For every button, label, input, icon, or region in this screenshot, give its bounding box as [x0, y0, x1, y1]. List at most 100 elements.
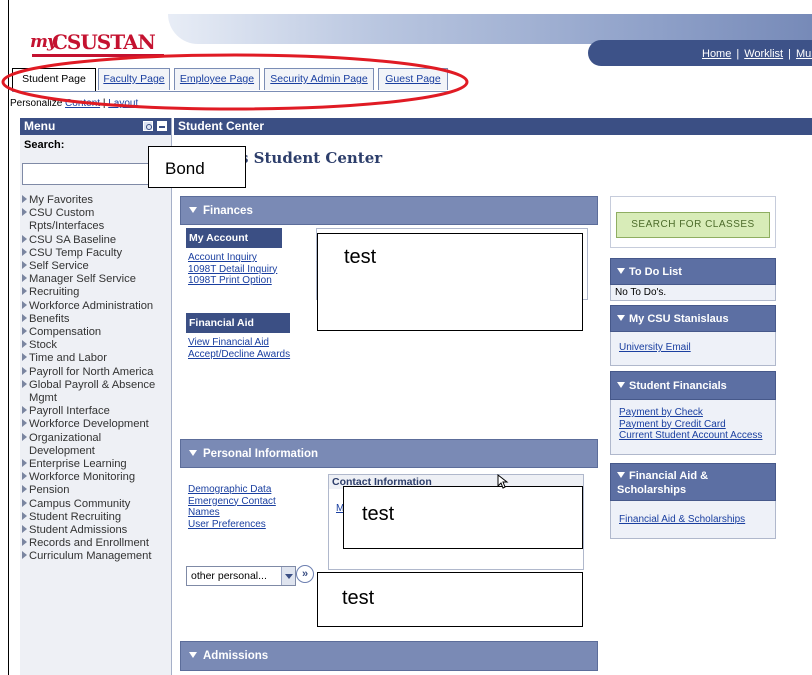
other-personal-select[interactable]: other personal... [186, 566, 296, 586]
expand-icon [22, 353, 27, 362]
menu-item-workforce-monitoring[interactable]: Workforce Monitoring [20, 471, 172, 484]
demographic-data-link[interactable]: Demographic Data [188, 484, 276, 496]
menu-item-recruiting[interactable]: Recruiting [20, 286, 172, 299]
expand-icon [22, 195, 27, 203]
menu-item-workforce-administration[interactable]: Workforce Administration [20, 300, 172, 313]
menu-item-student-admissions[interactable]: Student Admissions [20, 524, 172, 537]
minimize-icon[interactable] [157, 121, 167, 131]
university-email-link[interactable]: University Email [619, 342, 767, 354]
home-link[interactable]: Home [702, 48, 731, 60]
admissions-section-header[interactable]: Admissions [180, 641, 598, 671]
tab-label[interactable]: Guest Page [385, 73, 440, 85]
menu-item-label: Global Payroll & Absence Mgmt [29, 378, 156, 405]
view-financial-aid-link[interactable]: View Financial Aid [188, 337, 290, 349]
menu-item-time-and-labor[interactable]: Time and Labor [20, 352, 172, 365]
personal-information-section-header[interactable]: Personal Information [180, 439, 598, 468]
go-button[interactable]: » [296, 565, 314, 583]
menu-items: My Favorites CSU Custom Rpts/Interfaces … [20, 194, 172, 564]
menu-item-csu-temp-faculty[interactable]: CSU Temp Faculty [20, 247, 172, 260]
expand-icon [22, 327, 27, 336]
menu-item-workforce-development[interactable]: Workforce Development [20, 418, 172, 431]
tab-guest-page[interactable]: Guest Page [378, 68, 448, 90]
financial-aid-scholarships-header[interactable]: Financial Aid & Scholarships [610, 463, 776, 501]
current-student-account-access-link[interactable]: Current Student Account Access [619, 430, 767, 442]
tab-label[interactable]: Faculty Page [103, 73, 164, 85]
expand-icon [22, 274, 27, 283]
menu-item-self-service[interactable]: Self Service [20, 260, 172, 273]
tab-employee-page[interactable]: Employee Page [174, 68, 260, 90]
personalize-content-link[interactable]: Content [65, 98, 100, 109]
expand-icon [22, 287, 27, 296]
menu-item-compensation[interactable]: Compensation [20, 326, 172, 339]
annotation-test-box: test [343, 486, 583, 549]
menu-item-payroll-north-america[interactable]: Payroll for North America [20, 366, 172, 379]
menu-item-enterprise-learning[interactable]: Enterprise Learning [20, 458, 172, 471]
tab-label[interactable]: Security Admin Page [270, 73, 367, 85]
payment-by-check-link[interactable]: Payment by Check [619, 407, 767, 419]
expand-icon [22, 498, 27, 507]
tab-label: Student Page [22, 73, 86, 85]
todo-list-header[interactable]: To Do List [610, 258, 776, 285]
expand-icon [22, 511, 27, 520]
menu-item-payroll-interface[interactable]: Payroll Interface [20, 405, 172, 418]
collapse-icon [617, 315, 625, 321]
menu-item-label: CSU Custom Rpts/Interfaces [29, 207, 105, 233]
annotation-test-box: test [317, 233, 583, 331]
menu-item-records-and-enrollment[interactable]: Records and Enrollment [20, 537, 172, 550]
financial-aid-links: View Financial Aid Accept/Decline Awards [188, 337, 290, 360]
logo-name: CSUSTAN [52, 30, 156, 54]
menu-item-label: Organizational Development [29, 431, 102, 457]
worklist-link[interactable]: Worklist [744, 48, 783, 60]
menu-item-pension[interactable]: Pension [20, 484, 172, 497]
tab-label[interactable]: Employee Page [180, 73, 254, 85]
accept-decline-awards-link[interactable]: Accept/Decline Awards [188, 349, 290, 361]
tab-student-page[interactable]: Student Page [12, 68, 96, 92]
expand-icon [22, 432, 27, 441]
page-title: s Student Center [240, 149, 383, 167]
menu-search-input[interactable] [22, 163, 166, 185]
financial-aid-scholarships-link[interactable]: Financial Aid & Scholarships [619, 514, 767, 526]
chevron-down-icon[interactable] [281, 567, 295, 585]
my-csu-stanislaus-body: University Email [610, 332, 776, 366]
section-label: Finances [203, 205, 253, 217]
menu-title: Menu [24, 119, 56, 133]
emergency-contact-link[interactable]: Emergency Contact [188, 496, 276, 508]
menu-item-benefits[interactable]: Benefits [20, 313, 172, 326]
refresh-icon[interactable] [143, 121, 153, 131]
finances-section-header[interactable]: Finances [180, 196, 598, 225]
menu-item-curriculum-management[interactable]: Curriculum Management [20, 550, 172, 563]
1098t-print-option-link[interactable]: 1098T Print Option [188, 275, 277, 287]
expand-icon [22, 419, 27, 428]
personalize-layout-link[interactable]: Layout [108, 98, 138, 109]
navigation-menu: Menu Search: My Favorites CSU Custom Rpt… [20, 118, 172, 675]
section-label: Admissions [203, 650, 269, 662]
my-account-header: My Account [186, 228, 282, 248]
menu-item-global-payroll[interactable]: Global Payroll & Absence Mgmt [20, 379, 172, 405]
pagelet-title: To Do List [629, 266, 682, 278]
menu-item-student-recruiting[interactable]: Student Recruiting [20, 511, 172, 524]
menu-item-stock[interactable]: Stock [20, 339, 172, 352]
menu-item-my-favorites[interactable]: My Favorites [20, 194, 172, 207]
tab-faculty-page[interactable]: Faculty Page [98, 68, 170, 90]
payment-by-credit-card-link[interactable]: Payment by Credit Card [619, 419, 767, 431]
expand-icon [22, 340, 27, 349]
1098t-detail-inquiry-link[interactable]: 1098T Detail Inquiry [188, 264, 277, 276]
my-csu-stanislaus-header[interactable]: My CSU Stanislaus [610, 305, 776, 332]
pagelet-title: Financial Aid & Scholarships [617, 470, 709, 496]
menu-item-csu-sa-baseline[interactable]: CSU SA Baseline [20, 234, 172, 247]
multichannel-link[interactable]: Mul [796, 48, 812, 60]
search-for-classes-button[interactable]: SEARCH FOR CLASSES [616, 212, 770, 238]
user-preferences-link[interactable]: User Preferences [188, 519, 276, 531]
names-link[interactable]: Names [188, 507, 276, 519]
menu-item-campus-community[interactable]: Campus Community [20, 498, 172, 511]
menu-item-csu-custom[interactable]: CSU Custom Rpts/Interfaces [20, 207, 172, 233]
expand-icon [22, 313, 27, 322]
pagelet-title: Student Financials [629, 380, 727, 392]
account-inquiry-link[interactable]: Account Inquiry [188, 252, 277, 264]
tab-security-admin-page[interactable]: Security Admin Page [264, 68, 374, 90]
annotation-test-box: test [317, 572, 583, 627]
personalize-prefix: Personalize [10, 98, 66, 109]
menu-item-manager-self-service[interactable]: Manager Self Service [20, 273, 172, 286]
menu-item-organizational-development[interactable]: Organizational Development [20, 432, 172, 458]
student-financials-header[interactable]: Student Financials [610, 371, 776, 400]
